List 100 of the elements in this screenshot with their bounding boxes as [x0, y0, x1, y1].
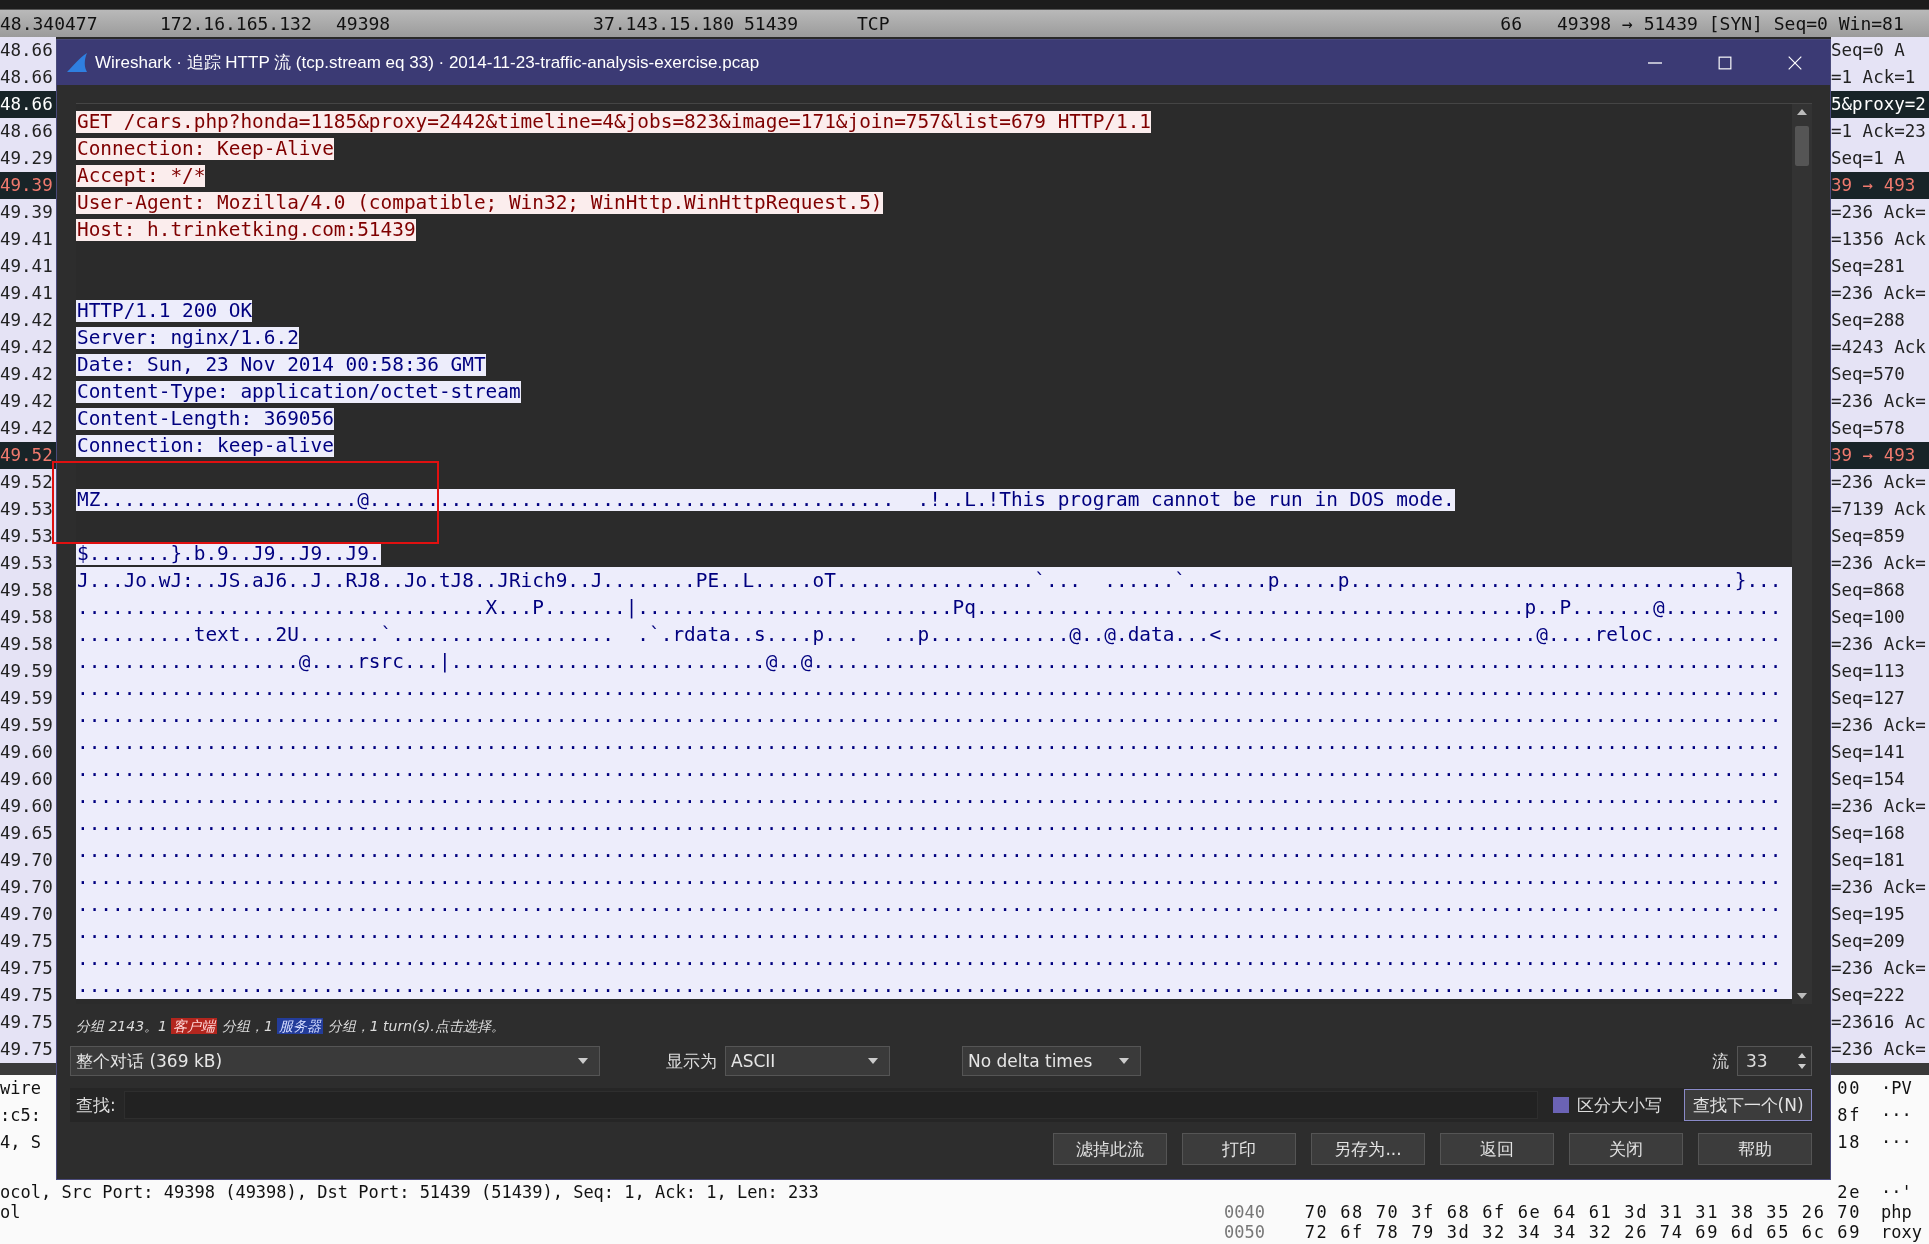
table-cell[interactable]: 49.59: [0, 658, 56, 685]
table-cell[interactable]: Seq=209: [1831, 928, 1929, 955]
table-cell[interactable]: =236 Ack=: [1831, 388, 1929, 415]
stream-number-spinbox[interactable]: 33: [1737, 1046, 1812, 1076]
table-cell[interactable]: 49.58: [0, 631, 56, 658]
table-cell-text: 66: [1499, 13, 1522, 34]
table-cell[interactable]: 49.42: [0, 334, 56, 361]
dialog-button[interactable]: 帮助: [1698, 1133, 1812, 1165]
table-cell[interactable]: 49.29: [0, 145, 56, 172]
stream-summary[interactable]: 分组 2143。1 客户端 分组，1 服务器 分组，1 turn(s).点击选择。: [76, 1016, 1812, 1036]
table-cell[interactable]: Seq=181: [1831, 847, 1929, 874]
table-cell[interactable]: Seq=288: [1831, 307, 1929, 334]
table-cell[interactable]: 49.58: [0, 577, 56, 604]
table-cell[interactable]: 49.42: [0, 415, 56, 442]
scrollbar-thumb[interactable]: [1795, 126, 1809, 166]
table-cell[interactable]: 49.59: [0, 712, 56, 739]
table-cell[interactable]: Seq=113: [1831, 658, 1929, 685]
table-cell[interactable]: 49.42: [0, 307, 56, 334]
dialog-button[interactable]: 滤掉此流: [1053, 1133, 1167, 1165]
hex-bytes: 00: [1837, 1078, 1861, 1098]
table-cell[interactable]: =1 Ack=23: [1831, 118, 1929, 145]
minimize-icon: [1648, 61, 1662, 64]
stream-text-area[interactable]: [76, 103, 1812, 1004]
table-cell[interactable]: =236 Ack=: [1831, 1036, 1929, 1063]
table-cell[interactable]: 49.53: [0, 496, 56, 523]
table-cell[interactable]: Seq=578: [1831, 415, 1929, 442]
table-cell[interactable]: Seq=222: [1831, 982, 1929, 1009]
format-dropdown[interactable]: ASCII: [725, 1046, 890, 1076]
table-cell[interactable]: 49.42: [0, 361, 56, 388]
table-cell[interactable]: 5&proxy=2: [1831, 91, 1929, 118]
table-cell[interactable]: Seq=141: [1831, 739, 1929, 766]
match-case-checkbox[interactable]: [1553, 1097, 1570, 1113]
table-cell[interactable]: =236 Ack=: [1831, 199, 1929, 226]
packet-row[interactable]: 48.340477 172.16.165.132 49398 37.143.15.180 51439 TCP 66 49398 → 51439 [SYN] Seq=0 Win=81: [0, 10, 1929, 37]
table-cell[interactable]: 48.66: [0, 64, 56, 91]
table-cell[interactable]: 49.59: [0, 685, 56, 712]
table-cell[interactable]: 49.75: [0, 1009, 56, 1036]
table-cell[interactable]: Seq=570: [1831, 361, 1929, 388]
table-cell[interactable]: Seq=100: [1831, 604, 1929, 631]
match-case-label[interactable]: 区分大小写: [1577, 1093, 1663, 1117]
table-cell[interactable]: =1 Ack=1: [1831, 64, 1929, 91]
table-cell[interactable]: 39 → 493: [1831, 442, 1929, 469]
dialog-button[interactable]: 关闭: [1569, 1133, 1683, 1165]
table-cell[interactable]: 39 → 493: [1831, 172, 1929, 199]
dialog-button[interactable]: 另存为...: [1311, 1133, 1425, 1165]
detail-text: ocol, Src Port: 49398 (49398), Dst Port: 51439 (51439), Seq: 1, Ack: 1, Len: 233: [0, 1182, 819, 1202]
table-cell[interactable]: 49.39: [0, 172, 56, 199]
table-cell[interactable]: Seq=127: [1831, 685, 1929, 712]
table-cell[interactable]: 48.66: [0, 91, 56, 118]
table-cell[interactable]: 49.75: [0, 955, 56, 982]
table-cell[interactable]: 49.60: [0, 739, 56, 766]
conversation-dropdown[interactable]: 整个对话 (369 kB): [70, 1046, 600, 1076]
table-cell[interactable]: Seq=154: [1831, 766, 1929, 793]
table-cell[interactable]: =236 Ack=: [1831, 955, 1929, 982]
table-cell[interactable]: =236 Ack=: [1831, 469, 1929, 496]
table-cell[interactable]: 48.66: [0, 118, 56, 145]
table-cell[interactable]: 49.41: [0, 280, 56, 307]
table-cell[interactable]: 49.75: [0, 1036, 56, 1063]
table-cell[interactable]: 49.70: [0, 847, 56, 874]
table-cell[interactable]: 49.75: [0, 928, 56, 955]
table-cell[interactable]: Seq=281: [1831, 253, 1929, 280]
table-cell[interactable]: Seq=0 A: [1831, 37, 1929, 64]
table-cell[interactable]: 49.41: [0, 226, 56, 253]
table-cell[interactable]: =236 Ack=: [1831, 712, 1929, 739]
hex-ascii: roxy: [1881, 1222, 1922, 1242]
table-cell[interactable]: 49.41: [0, 253, 56, 280]
table-cell[interactable]: =236 Ack=: [1831, 280, 1929, 307]
table-cell[interactable]: =236 Ack=: [1831, 550, 1929, 577]
table-cell[interactable]: 49.52: [0, 469, 56, 496]
table-cell[interactable]: Seq=859: [1831, 523, 1929, 550]
table-cell[interactable]: 49.58: [0, 604, 56, 631]
table-cell[interactable]: 49.60: [0, 766, 56, 793]
table-cell[interactable]: 49.60: [0, 793, 56, 820]
table-cell[interactable]: 49.70: [0, 901, 56, 928]
table-cell[interactable]: =236 Ack=: [1831, 631, 1929, 658]
table-cell[interactable]: Seq=1 A: [1831, 145, 1929, 172]
table-cell[interactable]: =236 Ack=: [1831, 874, 1929, 901]
table-cell[interactable]: 49.53: [0, 550, 56, 577]
table-cell[interactable]: Seq=168: [1831, 820, 1929, 847]
table-cell[interactable]: =23616 Ac: [1831, 1009, 1929, 1036]
table-cell[interactable]: =7139 Ack: [1831, 496, 1929, 523]
table-cell[interactable]: 49.39: [0, 199, 56, 226]
scrollbar[interactable]: [1792, 104, 1812, 1004]
table-cell[interactable]: 49.65: [0, 820, 56, 847]
table-cell[interactable]: 49.53: [0, 523, 56, 550]
delta-times-dropdown[interactable]: No delta times: [962, 1046, 1141, 1076]
dialog-button[interactable]: 打印: [1182, 1133, 1296, 1165]
table-cell[interactable]: =1356 Ack: [1831, 226, 1929, 253]
dialog-button[interactable]: 返回: [1440, 1133, 1554, 1165]
table-cell[interactable]: 49.75: [0, 982, 56, 1009]
table-cell[interactable]: Seq=195: [1831, 901, 1929, 928]
hex-ascii: php: [1881, 1202, 1912, 1222]
table-cell[interactable]: 49.52: [0, 442, 56, 469]
find-next-button[interactable]: 查找下一个(N): [1684, 1089, 1812, 1121]
table-cell[interactable]: 49.70: [0, 874, 56, 901]
table-cell[interactable]: 49.42: [0, 388, 56, 415]
table-cell[interactable]: Seq=868: [1831, 577, 1929, 604]
table-cell[interactable]: 48.66: [0, 37, 56, 64]
table-cell[interactable]: =4243 Ack: [1831, 334, 1929, 361]
table-cell[interactable]: =236 Ack=: [1831, 793, 1929, 820]
